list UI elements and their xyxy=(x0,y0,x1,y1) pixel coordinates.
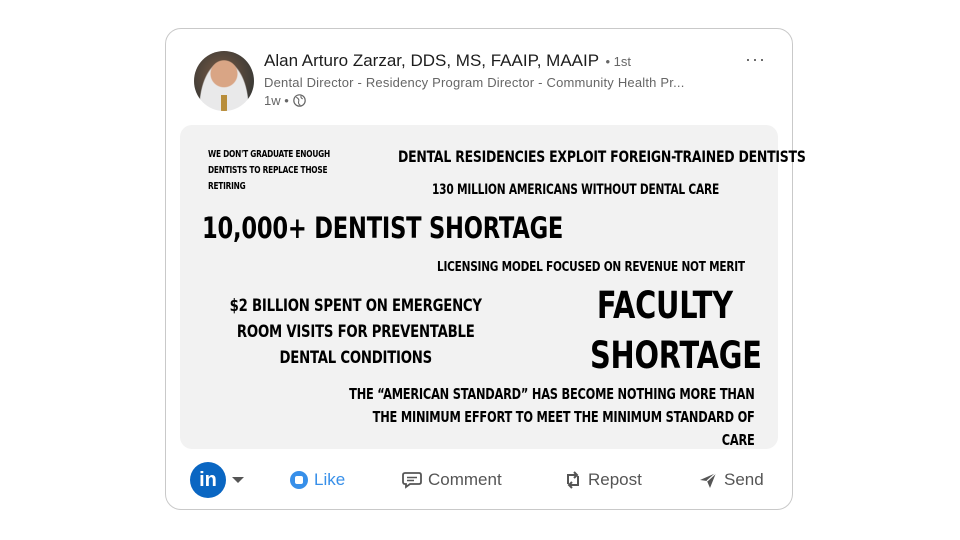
globe-icon xyxy=(292,94,306,107)
repost-button[interactable]: Repost xyxy=(564,470,642,490)
comment-button[interactable]: Comment xyxy=(402,470,502,490)
post-time: 1w • xyxy=(264,93,289,108)
image-text-licensing: LICENSING MODEL FOCUSED ON REVENUE NOT M… xyxy=(437,259,745,275)
comment-label: Comment xyxy=(428,470,502,489)
post-meta: 1w • xyxy=(264,93,306,108)
repost-icon xyxy=(567,471,579,489)
thumbs-up-icon xyxy=(290,471,308,489)
image-text-130-million: 130 MILLION AMERICANS WITHOUT DENTAL CAR… xyxy=(432,182,720,198)
like-button[interactable]: Like xyxy=(290,470,345,490)
chevron-down-icon xyxy=(232,477,244,483)
repost-label: Repost xyxy=(588,470,642,489)
send-icon xyxy=(700,472,717,488)
reaction-selector-button[interactable]: in xyxy=(190,462,244,498)
connection-degree: • 1st xyxy=(605,54,632,69)
image-text-faculty-shortage: FACULTY SHORTAGE xyxy=(590,284,762,377)
linkedin-logo-icon: in xyxy=(190,462,226,498)
post-image[interactable]: WE DON'T GRADUATE ENOUGH DENTISTS TO REP… xyxy=(180,125,806,449)
more-options-button[interactable]: ··· xyxy=(745,49,766,70)
image-text-graduate: WE DON'T GRADUATE ENOUGH DENTISTS TO REP… xyxy=(208,149,330,192)
image-text-emergency-room: $2 BILLION SPENT ON EMERGENCY ROOM VISIT… xyxy=(229,296,482,368)
image-text-american-standard: THE “AMERICAN STANDARD” HAS BECOME NOTHI… xyxy=(349,385,755,449)
image-text-residencies: DENTAL RESIDENCIES EXPLOIT FOREIGN-TRAIN… xyxy=(398,147,806,166)
comment-icon xyxy=(402,472,422,489)
author-name[interactable]: Alan Arturo Zarzar, DDS, MS, FAAIP, MAAI… xyxy=(264,51,599,70)
author-row: Alan Arturo Zarzar, DDS, MS, FAAIP, MAAI… xyxy=(264,51,631,71)
like-label: Like xyxy=(314,470,346,489)
post-card: Alan Arturo Zarzar, DDS, MS, FAAIP, MAAI… xyxy=(165,28,806,510)
author-headline: Dental Director - Residency Program Dire… xyxy=(264,75,685,90)
send-button[interactable]: Send xyxy=(698,470,764,490)
image-text-dentist-shortage: 10,000+ DENTIST SHORTAGE xyxy=(202,211,564,245)
action-bar: in Like Comment Repost Send xyxy=(190,461,770,499)
author-avatar[interactable] xyxy=(194,51,254,111)
avatar-detail xyxy=(221,95,227,111)
send-label: Send xyxy=(724,470,764,489)
